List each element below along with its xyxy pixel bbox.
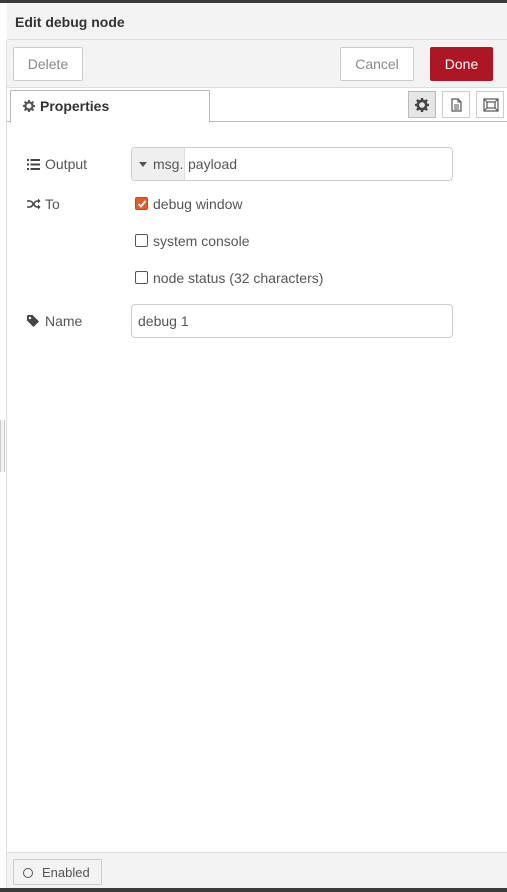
enabled-label: Enabled xyxy=(42,865,90,880)
tab-bar: Properties xyxy=(7,88,507,123)
tray-footer: Enabled xyxy=(7,852,507,888)
tab-appearance-button[interactable] xyxy=(476,91,504,118)
debug-window-label[interactable]: debug window xyxy=(153,196,243,212)
gear-icon xyxy=(23,92,35,122)
tab-properties-label: Properties xyxy=(40,98,110,114)
tab-settings-button[interactable] xyxy=(408,91,436,118)
node-status-label[interactable]: node status (32 characters) xyxy=(153,270,323,286)
output-type-select[interactable]: msg. xyxy=(132,148,185,180)
list-icon xyxy=(27,157,41,173)
tag-icon xyxy=(27,314,41,330)
tray-title: Edit debug node xyxy=(15,14,125,30)
node-status-checkbox[interactable] xyxy=(135,271,148,284)
name-label: Name xyxy=(27,313,82,330)
enabled-toggle-button[interactable]: Enabled xyxy=(13,859,102,885)
resize-handle[interactable] xyxy=(0,420,5,472)
circle-icon xyxy=(23,868,33,878)
window-bottom-border xyxy=(0,888,507,892)
check-icon xyxy=(137,200,147,208)
tray-header: Edit debug node xyxy=(7,3,507,40)
tray-left-border xyxy=(6,40,7,888)
output-typed-input: msg. payload xyxy=(131,147,453,181)
output-value-field[interactable]: payload xyxy=(188,156,237,172)
system-console-checkbox[interactable] xyxy=(135,234,148,247)
tab-properties[interactable]: Properties xyxy=(10,90,210,123)
debug-window-checkbox[interactable] xyxy=(135,197,148,210)
system-console-label[interactable]: system console xyxy=(153,233,249,249)
output-label: Output xyxy=(27,156,87,173)
cancel-button[interactable]: Cancel xyxy=(340,47,414,81)
name-label-text: Name xyxy=(45,313,83,329)
done-button[interactable]: Done xyxy=(430,47,493,81)
caret-down-icon xyxy=(139,162,147,167)
to-label-text: To xyxy=(45,196,60,212)
output-type-prefix: msg. xyxy=(153,156,184,172)
tab-description-button[interactable] xyxy=(442,91,470,118)
to-label: To xyxy=(27,196,60,213)
tray-toolbar: Delete Cancel Done xyxy=(7,40,507,88)
random-icon xyxy=(27,197,41,213)
delete-button[interactable]: Delete xyxy=(13,47,83,81)
output-label-text: Output xyxy=(45,156,88,172)
name-input[interactable]: debug 1 xyxy=(131,304,453,338)
